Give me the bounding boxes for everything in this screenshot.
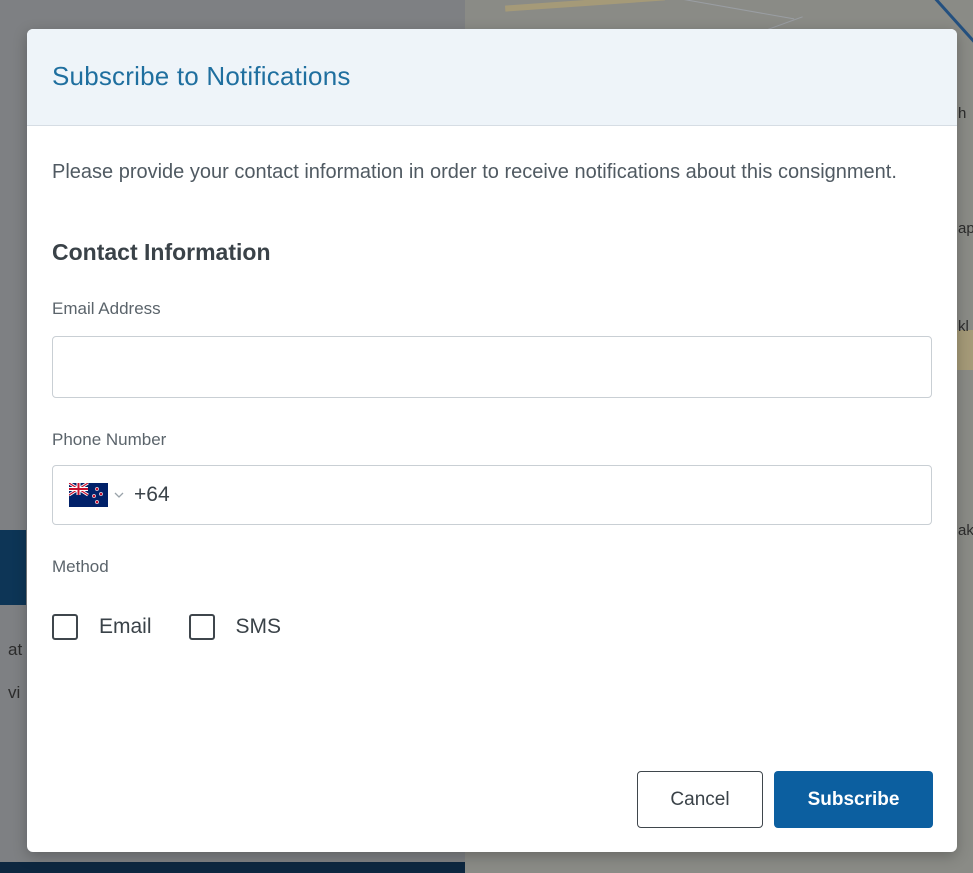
dialog-body: Please provide your contact information … <box>27 154 957 640</box>
method-options: Email SMS <box>52 614 932 640</box>
country-selector[interactable] <box>69 483 125 507</box>
dialog-footer: Cancel Subscribe <box>637 771 933 828</box>
subscribe-dialog: Subscribe to Notifications Please provid… <box>27 29 957 852</box>
method-label: Method <box>52 557 109 576</box>
sms-checkbox-label: SMS <box>235 615 282 638</box>
background-text: ak <box>958 522 973 539</box>
chevron-down-icon <box>114 492 124 498</box>
email-method-option[interactable]: Email <box>52 614 152 640</box>
email-input[interactable] <box>52 336 932 398</box>
sms-method-option[interactable]: SMS <box>188 614 282 640</box>
email-checkbox-label: Email <box>99 615 152 638</box>
dialog-title: Subscribe to Notifications <box>52 61 351 91</box>
email-label: Email Address <box>52 299 161 318</box>
dialog-header: Subscribe to Notifications <box>27 29 957 126</box>
background-text: h <box>958 105 967 122</box>
dial-code: +64 <box>134 483 170 506</box>
cancel-button[interactable]: Cancel <box>637 771 763 828</box>
contact-section-title: Contact Information <box>52 239 271 265</box>
background-banner <box>0 530 26 605</box>
background-text: ap <box>958 220 973 237</box>
email-checkbox[interactable] <box>52 614 78 640</box>
background-footer-bar <box>0 862 465 873</box>
phone-label: Phone Number <box>52 430 167 449</box>
background-text: vi <box>8 683 21 702</box>
subscribe-button[interactable]: Subscribe <box>774 771 933 828</box>
background-text: at <box>8 640 23 659</box>
phone-input[interactable]: +64 <box>52 465 932 525</box>
sms-checkbox[interactable] <box>188 614 215 640</box>
intro-text: Please provide your contact information … <box>52 161 897 183</box>
background-text: kl <box>958 318 969 335</box>
new-zealand-flag-icon <box>69 483 108 507</box>
